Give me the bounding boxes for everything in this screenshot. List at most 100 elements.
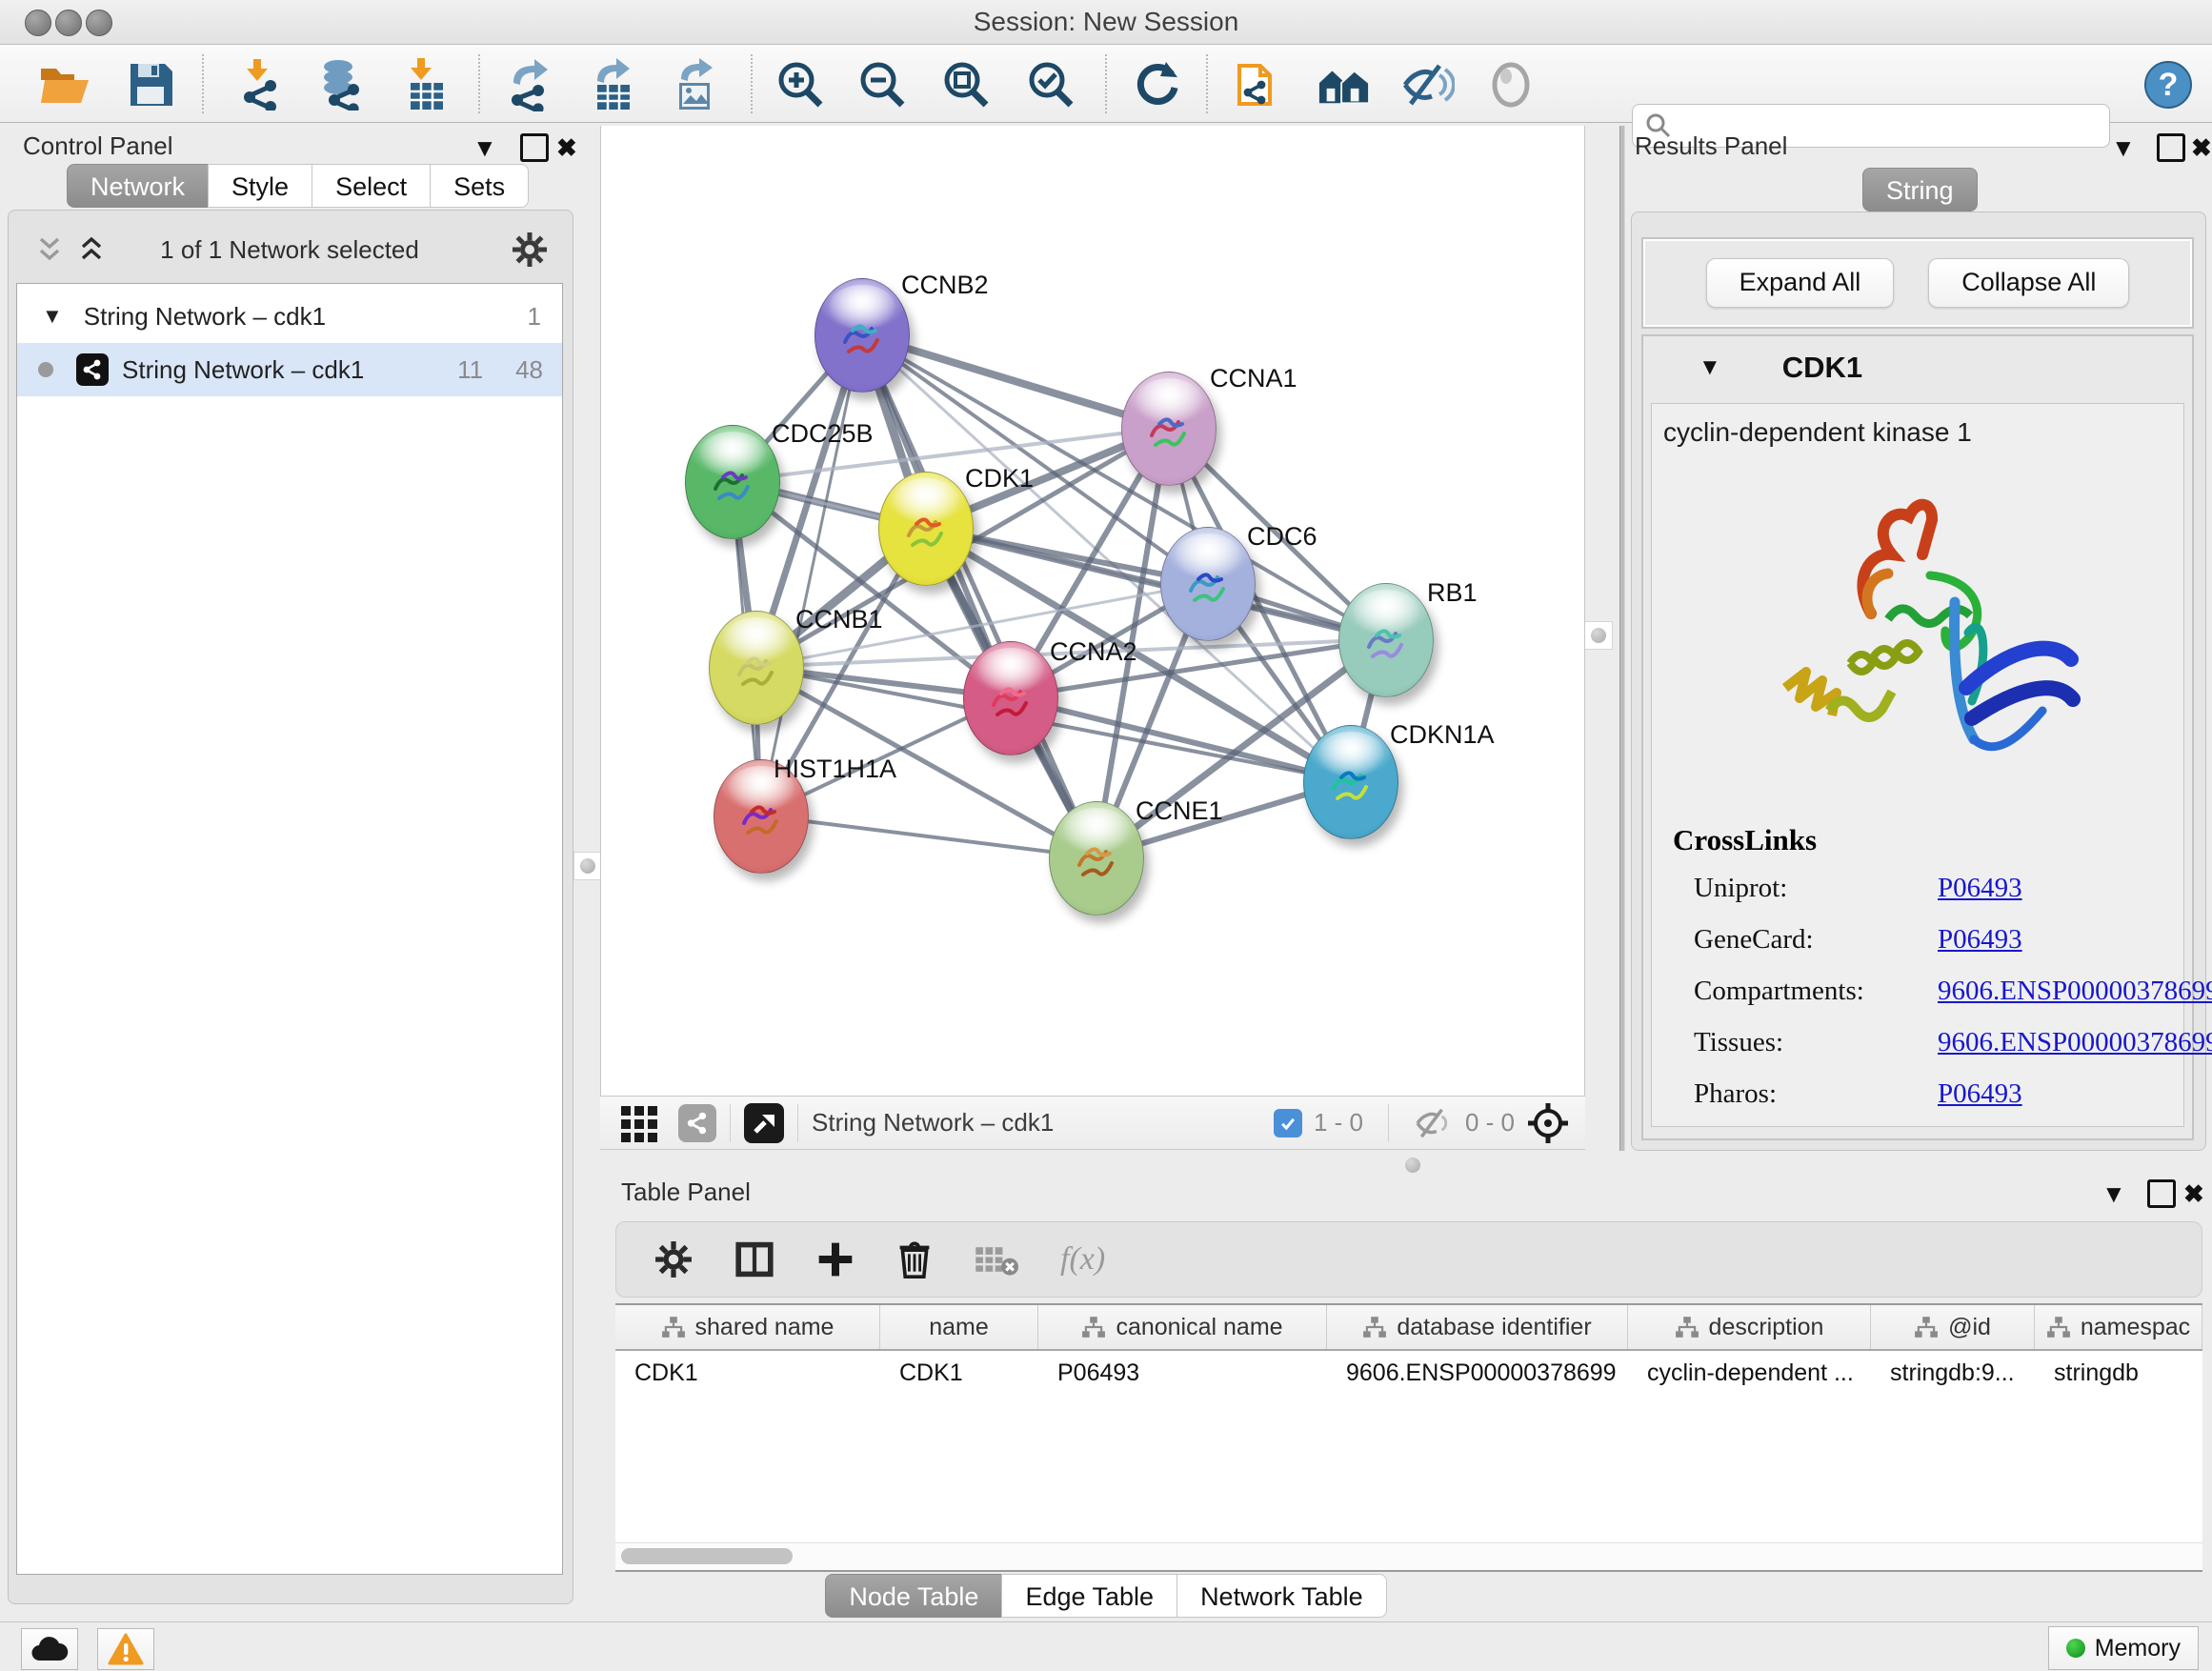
show-all-icon[interactable] bbox=[1484, 58, 1538, 111]
cloud-button[interactable] bbox=[21, 1628, 78, 1670]
tab-select[interactable]: Select bbox=[312, 164, 430, 208]
table-cell[interactable]: P06493 bbox=[1038, 1351, 1327, 1395]
zoom-out-icon[interactable] bbox=[856, 58, 910, 111]
selected-checkbox-icon[interactable] bbox=[1274, 1109, 1302, 1137]
node-RB1[interactable] bbox=[1338, 583, 1434, 697]
edge-HIST1H1A-CCNE1[interactable] bbox=[760, 815, 1096, 857]
node-CCNB1[interactable] bbox=[709, 611, 804, 725]
fit-content-icon[interactable] bbox=[1526, 1101, 1570, 1145]
results-panel-close-icon[interactable]: ✖ bbox=[2191, 133, 2212, 162]
right-splitter[interactable] bbox=[1619, 126, 1625, 1151]
table-panel-close-icon[interactable]: ✖ bbox=[2183, 1179, 2204, 1208]
tab-edge-table[interactable]: Edge Table bbox=[1001, 1574, 1176, 1618]
export-table-icon[interactable] bbox=[587, 58, 640, 111]
table-panel-float-icon[interactable] bbox=[2147, 1179, 2176, 1214]
table-cell[interactable]: cyclin-dependent ... bbox=[1628, 1351, 1871, 1395]
results-panel-menu-icon[interactable]: ▼ bbox=[2111, 133, 2136, 162]
crosslink-value-link[interactable]: 9606.ENSP00000378699 bbox=[1938, 1027, 2212, 1058]
crosslink-value-link[interactable]: P06493 bbox=[1938, 873, 2022, 904]
crosslink-value-link[interactable]: P06493 bbox=[1938, 1078, 2022, 1110]
zoom-in-icon[interactable] bbox=[774, 58, 828, 111]
import-network-database-icon[interactable] bbox=[314, 58, 368, 111]
zoom-fit-icon[interactable] bbox=[940, 58, 994, 111]
refresh-icon[interactable] bbox=[1130, 58, 1183, 111]
add-column-icon[interactable] bbox=[816, 1240, 855, 1278]
export-network-icon[interactable] bbox=[505, 58, 558, 111]
tab-network[interactable]: Network bbox=[67, 164, 208, 208]
edge-CCNB2-HIST1H1A[interactable] bbox=[760, 334, 861, 815]
table-horizontal-scrollbar[interactable] bbox=[615, 1542, 2202, 1570]
network-view-icon[interactable] bbox=[678, 1104, 716, 1142]
node-CCNE1[interactable] bbox=[1049, 801, 1144, 916]
node-CCNB2[interactable] bbox=[814, 278, 910, 393]
column-header-name[interactable]: name bbox=[880, 1305, 1038, 1349]
network-from-clipboard-icon[interactable] bbox=[1233, 58, 1286, 111]
protein-thumbnail-icon bbox=[1357, 611, 1415, 677]
export-image-icon[interactable] bbox=[669, 58, 722, 111]
crosslink-value-link[interactable]: 9606.ENSP00000378699 bbox=[1938, 976, 2212, 1007]
table-row[interactable]: CDK1CDK1P064939606.ENSP00000378699cyclin… bbox=[615, 1351, 2202, 1395]
network-collection-row[interactable]: ▼ String Network – cdk1 1 bbox=[17, 290, 562, 343]
help-icon[interactable]: ? bbox=[2142, 58, 2195, 111]
control-panel-close-icon[interactable]: ✖ bbox=[556, 133, 577, 162]
tab-node-table[interactable]: Node Table bbox=[825, 1574, 1001, 1618]
table-panel-menu-icon[interactable]: ▼ bbox=[2101, 1179, 2126, 1208]
table-cell[interactable]: stringdb bbox=[2035, 1351, 2202, 1395]
results-panel-float-icon[interactable] bbox=[2157, 133, 2185, 168]
expand-all-button[interactable]: Expand All bbox=[1706, 258, 1895, 308]
control-panel-float-icon[interactable] bbox=[520, 133, 549, 168]
table-settings-gear-icon[interactable] bbox=[654, 1240, 693, 1278]
show-columns-icon[interactable] bbox=[734, 1239, 774, 1279]
save-session-icon[interactable] bbox=[124, 58, 177, 111]
column-header-namespac[interactable]: namespac bbox=[2035, 1305, 2202, 1349]
table-cell[interactable]: CDK1 bbox=[615, 1351, 880, 1395]
gear-icon[interactable] bbox=[512, 232, 548, 268]
birdseye-view-icon[interactable] bbox=[744, 1103, 784, 1143]
tab-network-table[interactable]: Network Table bbox=[1176, 1574, 1387, 1618]
table-cell[interactable]: CDK1 bbox=[880, 1351, 1038, 1395]
memory-button[interactable]: Memory bbox=[2048, 1626, 2199, 1670]
node-CCNA2[interactable] bbox=[963, 641, 1058, 755]
node-CDC25B[interactable] bbox=[685, 425, 780, 539]
network-row-selected[interactable]: String Network – cdk1 11 48 bbox=[17, 343, 562, 396]
home-pages-icon[interactable] bbox=[1317, 58, 1371, 111]
scrollbar-thumb[interactable] bbox=[621, 1548, 793, 1564]
import-network-file-icon[interactable] bbox=[232, 58, 286, 111]
node-entry-header[interactable]: ▼ CDK1 bbox=[1643, 336, 2192, 399]
delete-column-icon[interactable] bbox=[896, 1239, 933, 1279]
crosslink-value-link[interactable]: P06493 bbox=[1938, 924, 2022, 956]
hide-selected-icon[interactable] bbox=[1401, 58, 1455, 111]
table-cell[interactable]: 9606.ENSP00000378699 bbox=[1327, 1351, 1628, 1395]
delete-table-icon[interactable] bbox=[975, 1242, 1018, 1277]
node-CCNA1[interactable] bbox=[1121, 372, 1217, 486]
node-CDK1[interactable] bbox=[878, 472, 974, 586]
control-panel-menu-icon[interactable]: ▼ bbox=[473, 133, 497, 162]
grid-view-icon[interactable] bbox=[619, 1102, 661, 1144]
import-table-icon[interactable] bbox=[400, 58, 453, 111]
bottom-splitter-handle[interactable] bbox=[1400, 1155, 1425, 1176]
column-header-@id[interactable]: @id bbox=[1871, 1305, 2035, 1349]
zoom-selected-icon[interactable] bbox=[1025, 58, 1078, 111]
right-splitter-handle[interactable] bbox=[1584, 621, 1613, 650]
function-builder-icon[interactable]: f(x) bbox=[1060, 1241, 1105, 1278]
collection-expander-icon[interactable]: ▼ bbox=[42, 304, 63, 329]
left-splitter-handle[interactable] bbox=[573, 852, 602, 880]
column-header-description[interactable]: description bbox=[1628, 1305, 1871, 1349]
node-CDC6[interactable] bbox=[1160, 527, 1256, 641]
tab-sets[interactable]: Sets bbox=[430, 164, 529, 208]
crosslink-label: Tissues: bbox=[1694, 1027, 1783, 1057]
warnings-button[interactable] bbox=[97, 1628, 154, 1670]
column-header-shared-name[interactable]: shared name bbox=[615, 1305, 880, 1349]
results-tab-string[interactable]: String bbox=[1862, 168, 1978, 211]
network-canvas[interactable]: CCNB2 CCNA1 CDC25B CDK1 CDC6 RB1 CCNB1 C… bbox=[600, 126, 1585, 1096]
tab-style[interactable]: Style bbox=[208, 164, 312, 208]
toolbar-separator bbox=[1105, 54, 1107, 113]
column-header-database-identifier[interactable]: database identifier bbox=[1327, 1305, 1628, 1349]
collapse-all-button[interactable]: Collapse All bbox=[1928, 258, 2129, 308]
entry-expander-icon[interactable]: ▼ bbox=[1699, 354, 1721, 381]
table-cell[interactable]: stringdb:9... bbox=[1871, 1351, 2035, 1395]
column-header-canonical-name[interactable]: canonical name bbox=[1038, 1305, 1327, 1349]
node-CDKN1A[interactable] bbox=[1303, 725, 1398, 839]
open-session-icon[interactable] bbox=[38, 58, 91, 111]
toolbar-separator bbox=[1206, 54, 1208, 113]
